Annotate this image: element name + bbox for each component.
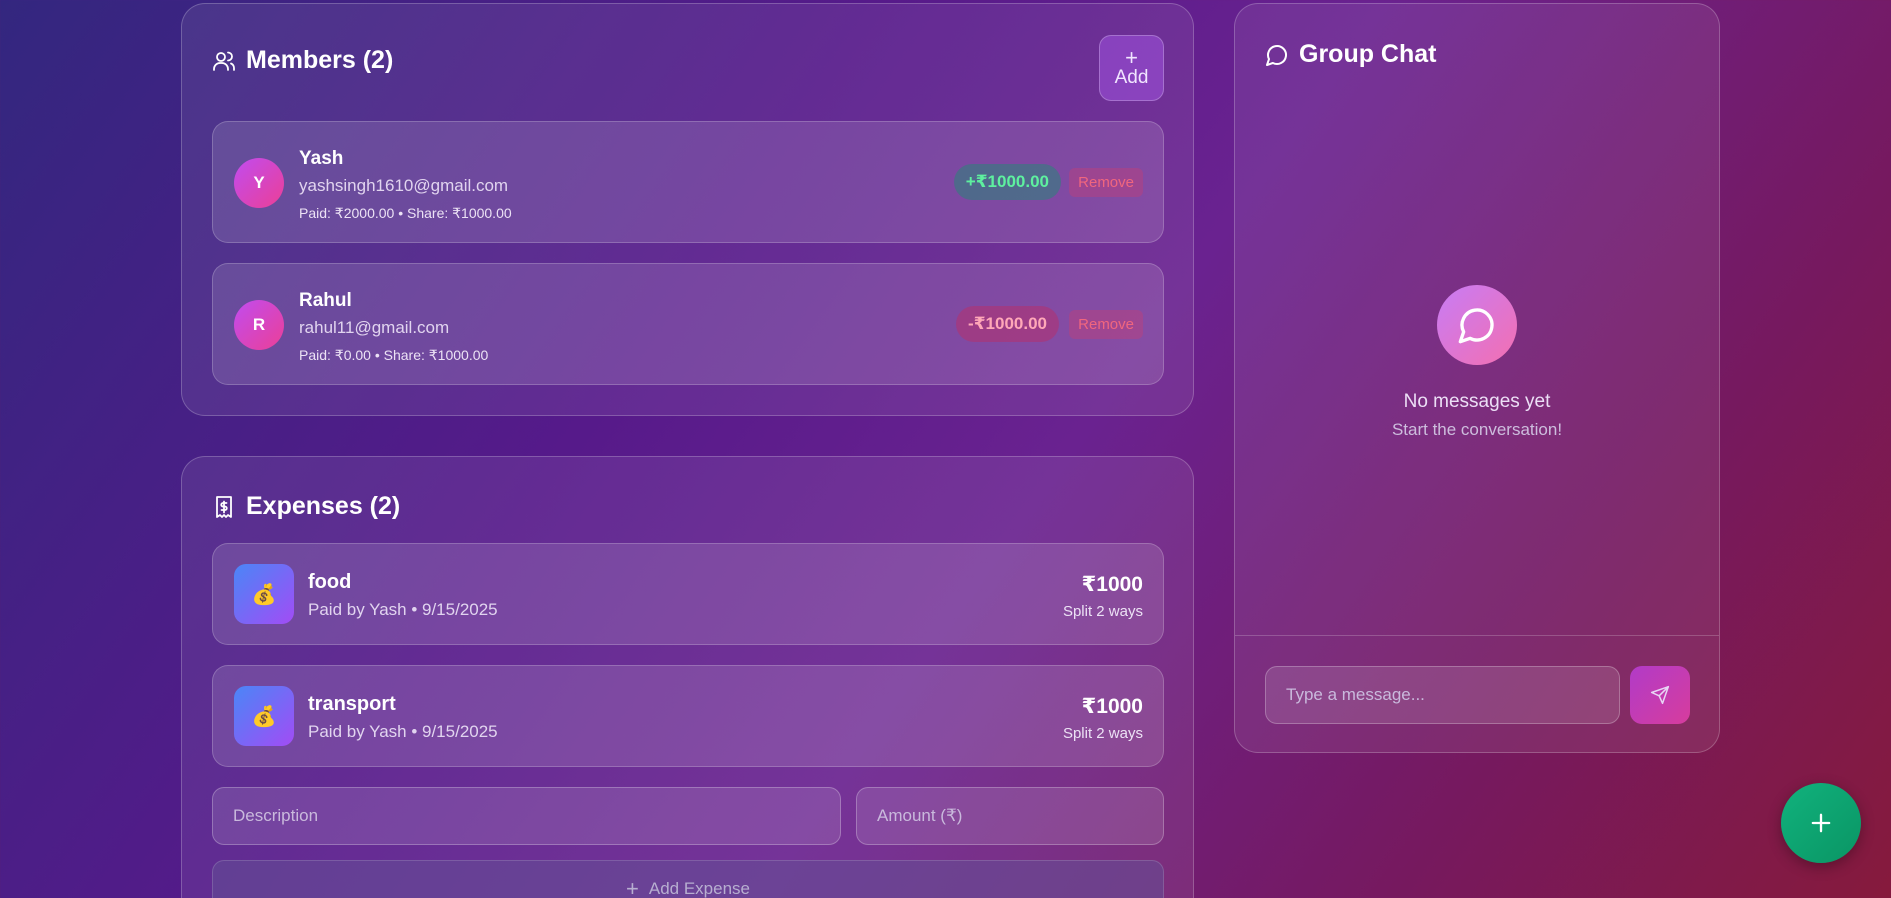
expense-name: transport xyxy=(308,693,396,715)
send-icon xyxy=(1650,685,1670,705)
expense-amount: ₹1000 xyxy=(1081,573,1143,596)
expense-meta: Paid by Yash • 9/15/2025 xyxy=(308,722,498,741)
plus-icon: + xyxy=(626,876,639,898)
fab-add-button[interactable] xyxy=(1781,783,1861,863)
plus-icon: + xyxy=(1125,44,1138,70)
expense-amount: ₹1000 xyxy=(1081,695,1143,718)
group-chat-card: Group Chat No messages yet Start the con… xyxy=(1234,3,1720,753)
member-name: Rahul xyxy=(299,290,352,311)
member-email: rahul11@gmail.com xyxy=(299,318,450,337)
expense-split: Split 2 ways xyxy=(1062,725,1143,742)
expenses-header: Expenses (2) xyxy=(212,492,400,521)
expenses-card: Expenses (2) 💰 food Paid by Yash • 9/15/… xyxy=(181,456,1194,898)
balance-badge: +₹1000.00 xyxy=(953,164,1061,200)
money-bag-icon: 💰 xyxy=(234,686,294,746)
expenses-title: Expenses (2) xyxy=(246,492,401,520)
members-card: Members (2) + Add Y Yash yashsingh1610@g… xyxy=(181,3,1194,416)
add-member-label: Add xyxy=(1114,66,1149,88)
member-row: R Rahul rahul11@gmail.com Paid: ₹0.00 • … xyxy=(212,263,1164,385)
expense-row: 💰 food Paid by Yash • 9/15/2025 ₹1000 Sp… xyxy=(212,543,1164,645)
member-email: yashsingh1610@gmail.com xyxy=(299,176,509,195)
member-stats: Paid: ₹0.00 • Share: ₹1000.00 xyxy=(299,347,489,363)
chat-title: Group Chat xyxy=(1299,40,1437,68)
users-icon xyxy=(213,51,235,71)
divider xyxy=(1235,635,1719,636)
message-circle-icon xyxy=(1266,44,1287,66)
expense-name: food xyxy=(308,571,352,593)
member-name: Yash xyxy=(299,148,344,169)
send-button[interactable] xyxy=(1630,666,1690,724)
add-expense-button[interactable]: + Add Expense xyxy=(212,860,1164,898)
expense-row: 💰 transport Paid by Yash • 9/15/2025 ₹10… xyxy=(212,665,1164,767)
remove-member-button[interactable]: Remove xyxy=(1069,168,1143,197)
chat-header: Group Chat xyxy=(1265,40,1437,69)
amount-input[interactable] xyxy=(856,787,1164,845)
expense-split: Split 2 ways xyxy=(1062,603,1143,620)
empty-state-title: No messages yet xyxy=(1403,391,1551,412)
balance-badge: -₹1000.00 xyxy=(956,306,1059,342)
message-circle-icon xyxy=(1437,285,1517,365)
members-title: Members (2) xyxy=(246,46,394,74)
avatar: R xyxy=(234,300,284,350)
avatar: Y xyxy=(234,158,284,208)
add-expense-label: Add Expense xyxy=(648,879,750,898)
members-header: Members (2) xyxy=(212,46,393,75)
description-input[interactable] xyxy=(212,787,841,845)
remove-member-button[interactable]: Remove xyxy=(1069,310,1143,339)
expense-meta: Paid by Yash • 9/15/2025 xyxy=(308,600,498,619)
member-stats: Paid: ₹2000.00 • Share: ₹1000.00 xyxy=(299,205,512,221)
message-input[interactable] xyxy=(1265,666,1620,724)
add-member-button[interactable]: + Add xyxy=(1099,35,1164,101)
member-row: Y Yash yashsingh1610@gmail.com Paid: ₹20… xyxy=(212,121,1164,243)
receipt-icon xyxy=(216,495,232,518)
money-bag-icon: 💰 xyxy=(234,564,294,624)
plus-icon xyxy=(1811,813,1831,833)
empty-state-subtitle: Start the conversation! xyxy=(1391,420,1563,439)
